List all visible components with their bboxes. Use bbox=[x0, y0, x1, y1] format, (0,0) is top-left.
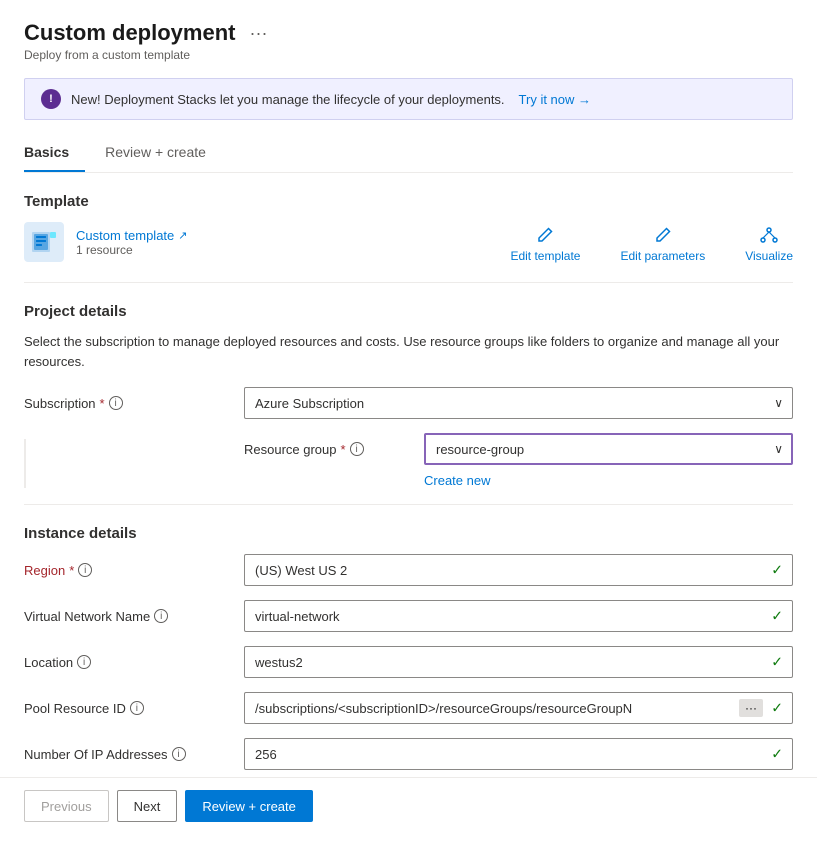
region-info-icon[interactable]: i bbox=[78, 563, 92, 577]
external-link-icon: ↗ bbox=[178, 229, 187, 242]
region-row: Region * i ✓ bbox=[24, 554, 793, 586]
ellipsis-menu-button[interactable]: ··· bbox=[243, 21, 273, 46]
edit-template-button[interactable]: Edit template bbox=[510, 225, 580, 263]
template-link[interactable]: Custom template bbox=[76, 228, 174, 243]
virtual-network-check-icon: ✓ bbox=[771, 608, 783, 625]
subscription-select-wrapper: Azure Subscription ∨ bbox=[244, 387, 793, 419]
location-label: Location i bbox=[24, 655, 244, 670]
divider-1 bbox=[24, 282, 793, 283]
virtual-network-control: ✓ bbox=[244, 600, 793, 632]
footer: Previous Next Review + create bbox=[0, 777, 817, 834]
subscription-required: * bbox=[100, 396, 105, 411]
location-info-icon[interactable]: i bbox=[77, 655, 91, 669]
edit-template-label: Edit template bbox=[510, 249, 580, 263]
pool-resource-id-control: ··· ✓ bbox=[244, 692, 793, 724]
subscription-info-icon[interactable]: i bbox=[109, 396, 123, 410]
template-card: Custom template ↗ 1 resource bbox=[24, 222, 187, 262]
resource-group-select-wrapper: resource-group ∨ bbox=[424, 433, 793, 465]
divider-2 bbox=[24, 504, 793, 505]
virtual-network-label-text: Virtual Network Name bbox=[24, 609, 150, 624]
ip-addresses-label-text: Number Of IP Addresses bbox=[24, 747, 168, 762]
instance-details-title: Instance details bbox=[24, 525, 793, 542]
template-section-title: Template bbox=[24, 193, 793, 210]
template-section: Template bbox=[24, 193, 793, 266]
banner-text: New! Deployment Stacks let you manage th… bbox=[71, 92, 505, 107]
ip-addresses-label: Number Of IP Addresses i bbox=[24, 747, 244, 762]
instance-details-section: Instance details Region * i ✓ Virtual Ne… bbox=[24, 525, 793, 770]
location-label-text: Location bbox=[24, 655, 73, 670]
virtual-network-row: Virtual Network Name i ✓ bbox=[24, 600, 793, 632]
banner-icon: ! bbox=[41, 89, 61, 109]
visualize-button[interactable]: Visualize bbox=[745, 225, 793, 263]
pool-resource-id-label-text: Pool Resource ID bbox=[24, 701, 126, 716]
location-control: ✓ bbox=[244, 646, 793, 678]
region-required: * bbox=[69, 563, 74, 578]
ip-addresses-input[interactable] bbox=[244, 738, 793, 770]
resource-group-required: * bbox=[341, 442, 346, 457]
tabs-container: Basics Review + create bbox=[24, 136, 793, 173]
location-input[interactable] bbox=[244, 646, 793, 678]
pool-resource-id-row: Pool Resource ID i ··· ✓ bbox=[24, 692, 793, 724]
pool-resource-check-icon: ✓ bbox=[771, 700, 783, 717]
region-control: ✓ bbox=[244, 554, 793, 586]
subscription-label: Subscription * i bbox=[24, 396, 244, 411]
region-check-icon: ✓ bbox=[771, 562, 783, 579]
region-input[interactable] bbox=[244, 554, 793, 586]
pool-resource-more-button[interactable]: ··· bbox=[739, 699, 763, 717]
tab-basics[interactable]: Basics bbox=[24, 136, 85, 172]
next-button[interactable]: Next bbox=[117, 790, 178, 822]
ip-addresses-row: Number Of IP Addresses i ✓ bbox=[24, 738, 793, 770]
subscription-control: Azure Subscription ∨ bbox=[244, 387, 793, 419]
region-label: Region * i bbox=[24, 563, 244, 578]
edit-parameters-label: Edit parameters bbox=[620, 249, 705, 263]
pool-resource-id-input[interactable] bbox=[244, 692, 793, 724]
template-resource-count: 1 resource bbox=[76, 243, 187, 257]
region-label-text: Region bbox=[24, 563, 65, 578]
page-title: Custom deployment bbox=[24, 20, 235, 46]
visualize-label: Visualize bbox=[745, 249, 793, 263]
project-details-section: Project details Select the subscription … bbox=[24, 303, 793, 488]
virtual-network-info-icon[interactable]: i bbox=[154, 609, 168, 623]
resource-group-row: Resource group * i resource-group ∨ bbox=[244, 433, 793, 465]
resource-group-container: Resource group * i resource-group ∨ bbox=[24, 433, 793, 488]
ip-addresses-control: ✓ bbox=[244, 738, 793, 770]
banner-link[interactable]: Try it now → bbox=[519, 92, 591, 107]
virtual-network-label: Virtual Network Name i bbox=[24, 609, 244, 624]
pool-resource-id-info-icon[interactable]: i bbox=[130, 701, 144, 715]
resource-group-info-icon[interactable]: i bbox=[350, 442, 364, 456]
ip-addresses-check-icon: ✓ bbox=[771, 746, 783, 763]
resource-group-label: Resource group * i bbox=[244, 442, 424, 457]
tab-review-create[interactable]: Review + create bbox=[105, 136, 222, 172]
template-actions: Edit template Edit parameters bbox=[510, 225, 793, 263]
subscription-select[interactable]: Azure Subscription bbox=[244, 387, 793, 419]
page-subtitle: Deploy from a custom template bbox=[24, 48, 793, 62]
edit-parameters-button[interactable]: Edit parameters bbox=[620, 225, 705, 263]
location-check-icon: ✓ bbox=[771, 654, 783, 671]
create-new-container: Create new bbox=[424, 469, 793, 488]
subscription-row: Subscription * i Azure Subscription ∨ bbox=[24, 387, 793, 419]
location-row: Location i ✓ bbox=[24, 646, 793, 678]
review-create-button[interactable]: Review + create bbox=[185, 790, 313, 822]
template-row: Custom template ↗ 1 resource Edit templa… bbox=[24, 222, 793, 266]
pool-resource-id-label: Pool Resource ID i bbox=[24, 701, 244, 716]
project-details-description: Select the subscription to manage deploy… bbox=[24, 332, 793, 371]
virtual-network-input[interactable] bbox=[244, 600, 793, 632]
info-banner: ! New! Deployment Stacks let you manage … bbox=[24, 78, 793, 120]
resource-group-select[interactable]: resource-group bbox=[424, 433, 793, 465]
resource-group-control: resource-group ∨ bbox=[424, 433, 793, 465]
resource-group-section: Resource group * i resource-group ∨ bbox=[244, 433, 793, 488]
create-new-link[interactable]: Create new bbox=[424, 473, 490, 488]
previous-button[interactable]: Previous bbox=[24, 790, 109, 822]
template-icon bbox=[24, 222, 64, 262]
ip-addresses-info-icon[interactable]: i bbox=[172, 747, 186, 761]
template-name: Custom template ↗ bbox=[76, 228, 187, 243]
project-details-title: Project details bbox=[24, 303, 793, 320]
